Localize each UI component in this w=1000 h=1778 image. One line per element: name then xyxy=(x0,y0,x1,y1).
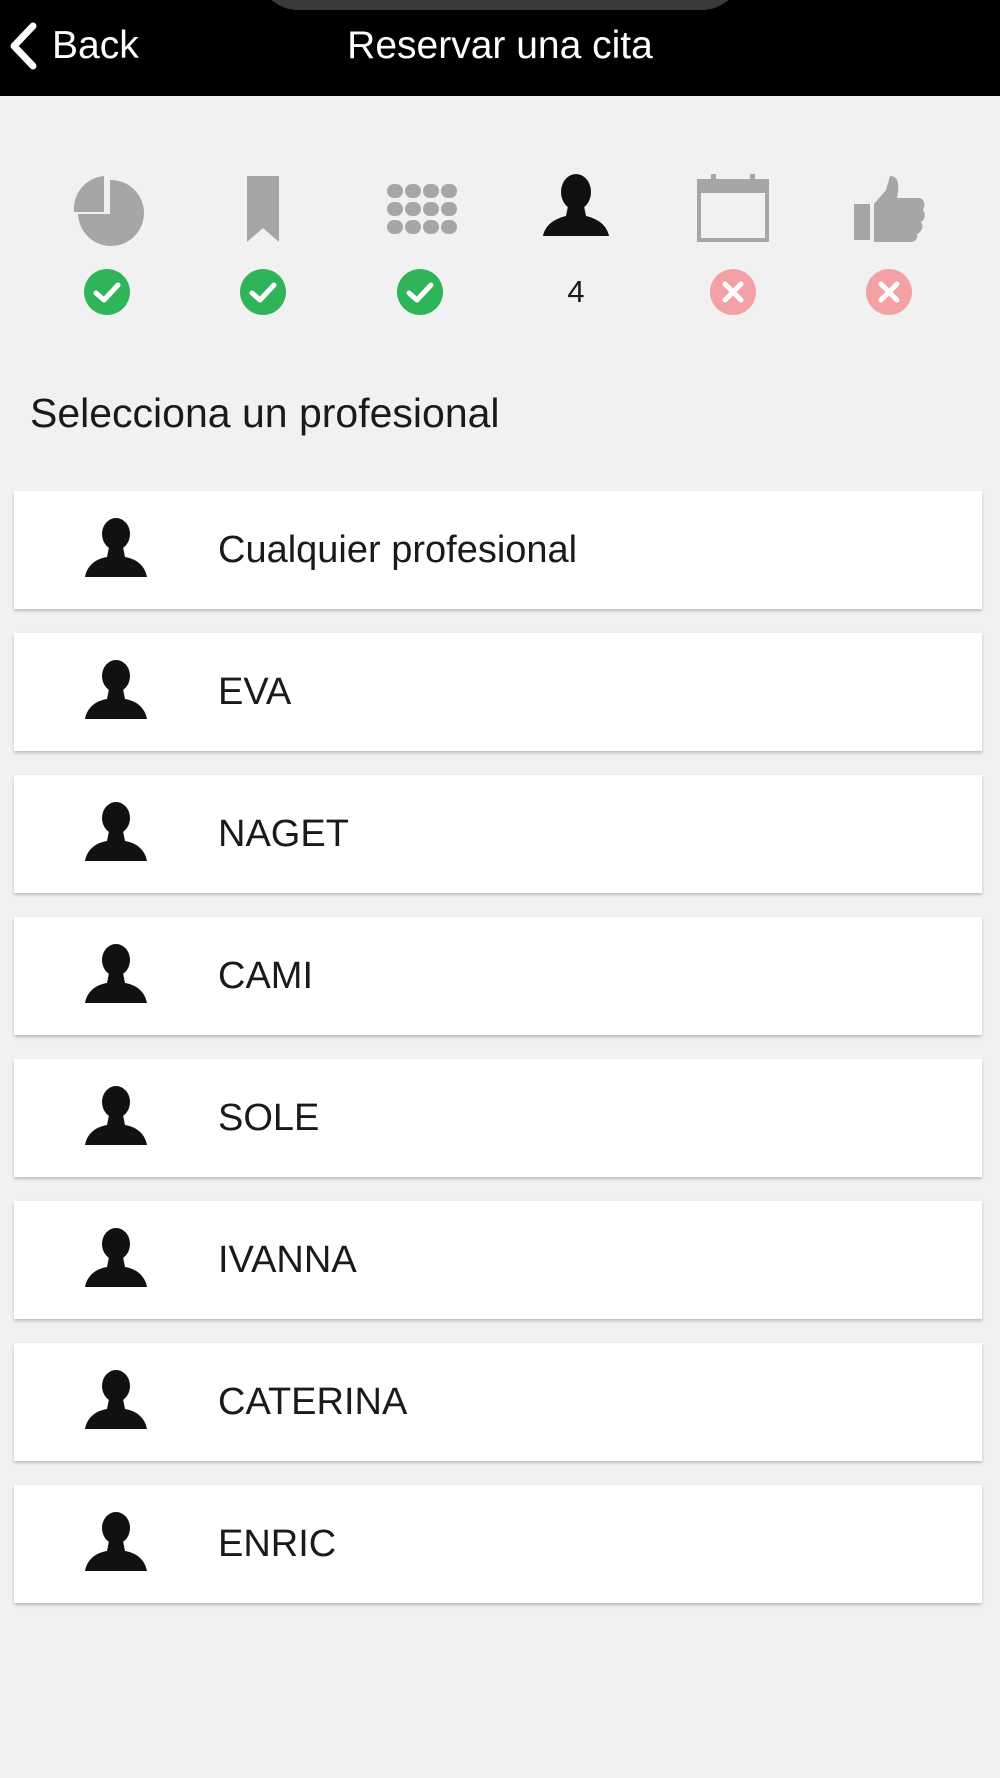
person-icon xyxy=(537,170,615,248)
check-icon xyxy=(239,268,287,316)
step-2 xyxy=(208,160,318,320)
professional-name: Cualquier profesional xyxy=(218,529,578,571)
step-1 xyxy=(52,160,162,320)
current-step-number: 4 xyxy=(567,274,585,309)
professional-option-caterina[interactable]: CATERINA xyxy=(14,1343,982,1461)
professional-name: IVANNA xyxy=(218,1239,357,1281)
professional-name: ENRIC xyxy=(218,1523,337,1565)
professional-name: NAGET xyxy=(218,813,349,855)
person-icon xyxy=(82,517,150,583)
professional-name: CATERINA xyxy=(218,1381,408,1423)
booking-steps: 4 xyxy=(0,160,1000,320)
step-5 xyxy=(678,160,788,320)
thumbs-up-icon xyxy=(850,170,928,248)
person-icon xyxy=(82,1511,150,1577)
step-4: 4 xyxy=(521,160,631,320)
professional-option-sole[interactable]: SOLE xyxy=(14,1059,982,1177)
person-icon xyxy=(82,659,150,725)
check-icon xyxy=(83,268,131,316)
professional-name: SOLE xyxy=(218,1097,320,1139)
step-3 xyxy=(365,160,475,320)
grid-dots-icon xyxy=(381,170,459,248)
calendar-icon xyxy=(694,170,772,248)
bookmark-icon xyxy=(224,170,302,248)
professional-option-naget[interactable]: NAGET xyxy=(14,775,982,893)
professional-name: EVA xyxy=(218,671,292,713)
pie-chart-icon xyxy=(68,170,146,248)
person-icon xyxy=(82,1369,150,1435)
cross-icon xyxy=(709,268,757,316)
professional-option-enric[interactable]: ENRIC xyxy=(14,1485,982,1603)
person-icon xyxy=(82,1085,150,1151)
step-6 xyxy=(834,160,944,320)
professional-list: Cualquier profesional EVA NAGET CAMI SOL… xyxy=(14,491,982,1627)
device-notch xyxy=(258,0,742,10)
person-icon xyxy=(82,801,150,867)
professional-option-any[interactable]: Cualquier profesional xyxy=(14,491,982,609)
cross-icon xyxy=(865,268,913,316)
person-icon xyxy=(82,943,150,1009)
check-icon xyxy=(396,268,444,316)
person-icon xyxy=(82,1227,150,1293)
professional-option-ivanna[interactable]: IVANNA xyxy=(14,1201,982,1319)
section-title: Selecciona un profesional xyxy=(30,390,500,436)
professional-name: CAMI xyxy=(218,955,313,997)
professional-option-eva[interactable]: EVA xyxy=(14,633,982,751)
professional-option-cami[interactable]: CAMI xyxy=(14,917,982,1035)
page-title: Reservar una cita xyxy=(347,24,653,67)
top-bar: Back Reservar una cita xyxy=(0,0,1000,96)
